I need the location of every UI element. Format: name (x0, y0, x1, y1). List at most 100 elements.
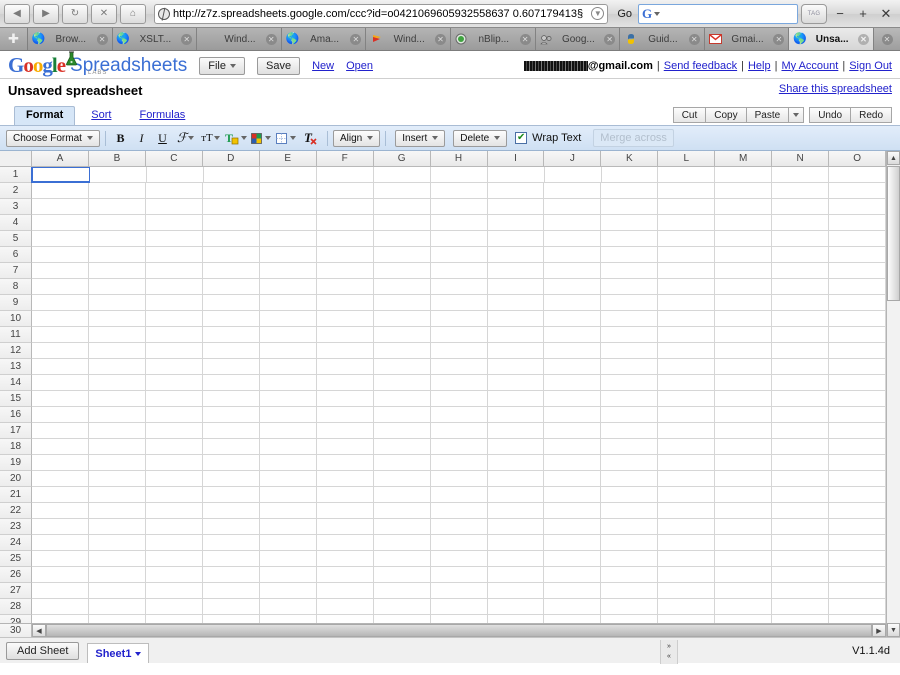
cell-E21[interactable] (260, 487, 317, 503)
cell-H6[interactable] (431, 247, 488, 263)
column-header-B[interactable]: B (89, 151, 146, 167)
cell-M1[interactable] (715, 167, 772, 183)
cell-M11[interactable] (715, 327, 772, 343)
cell-K13[interactable] (601, 359, 658, 375)
cell-F18[interactable] (317, 439, 374, 455)
cell-H17[interactable] (431, 423, 488, 439)
close-tab-button[interactable]: ✕ (520, 34, 531, 45)
cell-A26[interactable] (32, 567, 89, 583)
horizontal-scrollbar[interactable]: 30 ◀ ▶ (0, 623, 886, 637)
cell-L26[interactable] (658, 567, 715, 583)
cell-J6[interactable] (544, 247, 601, 263)
cell-A13[interactable] (32, 359, 89, 375)
cell-D21[interactable] (203, 487, 260, 503)
cell-H21[interactable] (431, 487, 488, 503)
cell-O8[interactable] (829, 279, 886, 295)
cell-I9[interactable] (488, 295, 545, 311)
cell-M14[interactable] (715, 375, 772, 391)
cell-L7[interactable] (658, 263, 715, 279)
cell-I22[interactable] (488, 503, 545, 519)
cell-A24[interactable] (32, 535, 89, 551)
cell-J2[interactable] (544, 183, 601, 199)
cell-H5[interactable] (431, 231, 488, 247)
cell-J4[interactable] (544, 215, 601, 231)
cell-K20[interactable] (601, 471, 658, 487)
cell-B19[interactable] (89, 455, 146, 471)
cell-L1[interactable] (658, 167, 715, 183)
cell-K9[interactable] (601, 295, 658, 311)
cell-N11[interactable] (772, 327, 829, 343)
row-header-19[interactable]: 19 (0, 455, 32, 471)
cell-D10[interactable] (203, 311, 260, 327)
cell-I5[interactable] (488, 231, 545, 247)
cell-O6[interactable] (829, 247, 886, 263)
cell-H16[interactable] (431, 407, 488, 423)
cell-M15[interactable] (715, 391, 772, 407)
cell-O15[interactable] (829, 391, 886, 407)
cell-A8[interactable] (32, 279, 89, 295)
bold-button[interactable]: B (111, 129, 130, 147)
row-header-7[interactable]: 7 (0, 263, 32, 279)
cell-D2[interactable] (203, 183, 260, 199)
cell-J21[interactable] (544, 487, 601, 503)
cell-M7[interactable] (715, 263, 772, 279)
cell-F26[interactable] (317, 567, 374, 583)
close-tab-button[interactable]: ✕ (858, 34, 869, 45)
cell-D25[interactable] (203, 551, 260, 567)
row-header-26[interactable]: 26 (0, 567, 32, 583)
cell-D13[interactable] (203, 359, 260, 375)
cell-E25[interactable] (260, 551, 317, 567)
cell-N2[interactable] (772, 183, 829, 199)
cell-I23[interactable] (488, 519, 545, 535)
scroll-right-button[interactable]: ▶ (872, 624, 886, 637)
cell-A3[interactable] (32, 199, 89, 215)
cell-C3[interactable] (146, 199, 203, 215)
cell-I3[interactable] (488, 199, 545, 215)
cell-L21[interactable] (658, 487, 715, 503)
cell-A21[interactable] (32, 487, 89, 503)
cell-F24[interactable] (317, 535, 374, 551)
cell-M3[interactable] (715, 199, 772, 215)
cell-L8[interactable] (658, 279, 715, 295)
cell-A7[interactable] (32, 263, 89, 279)
add-sheet-button[interactable]: Add Sheet (6, 642, 79, 660)
cell-H7[interactable] (431, 263, 488, 279)
cell-G19[interactable] (374, 455, 431, 471)
cell-D11[interactable] (203, 327, 260, 343)
cell-C8[interactable] (146, 279, 203, 295)
browser-tab-7[interactable]: Goog...✕ (536, 28, 621, 50)
cell-H23[interactable] (431, 519, 488, 535)
cell-H3[interactable] (431, 199, 488, 215)
cell-G28[interactable] (374, 599, 431, 615)
vertical-scrollbar[interactable]: ▲ ▼ (886, 151, 900, 637)
cell-M18[interactable] (715, 439, 772, 455)
cell-G4[interactable] (374, 215, 431, 231)
sheet-tab-sheet1[interactable]: Sheet1 (87, 643, 149, 663)
cell-B1[interactable] (90, 167, 147, 183)
cell-F20[interactable] (317, 471, 374, 487)
cell-N20[interactable] (772, 471, 829, 487)
cell-I7[interactable] (488, 263, 545, 279)
cell-E22[interactable] (260, 503, 317, 519)
cell-J12[interactable] (544, 343, 601, 359)
cell-G18[interactable] (374, 439, 431, 455)
cell-B11[interactable] (89, 327, 146, 343)
cell-G24[interactable] (374, 535, 431, 551)
cell-A4[interactable] (32, 215, 89, 231)
save-button[interactable]: Save (257, 57, 300, 75)
column-header-L[interactable]: L (658, 151, 715, 167)
cell-F17[interactable] (317, 423, 374, 439)
cell-L15[interactable] (658, 391, 715, 407)
chevron-down-icon[interactable] (654, 12, 660, 16)
cell-J26[interactable] (544, 567, 601, 583)
cell-N13[interactable] (772, 359, 829, 375)
cell-N17[interactable] (772, 423, 829, 439)
close-window-button[interactable]: ✕ (876, 6, 896, 22)
cell-D20[interactable] (203, 471, 260, 487)
row-header-27[interactable]: 27 (0, 583, 32, 599)
cell-L22[interactable] (658, 503, 715, 519)
cell-G13[interactable] (374, 359, 431, 375)
close-tab-button[interactable]: ✕ (773, 34, 784, 45)
cell-D4[interactable] (203, 215, 260, 231)
cell-H28[interactable] (431, 599, 488, 615)
